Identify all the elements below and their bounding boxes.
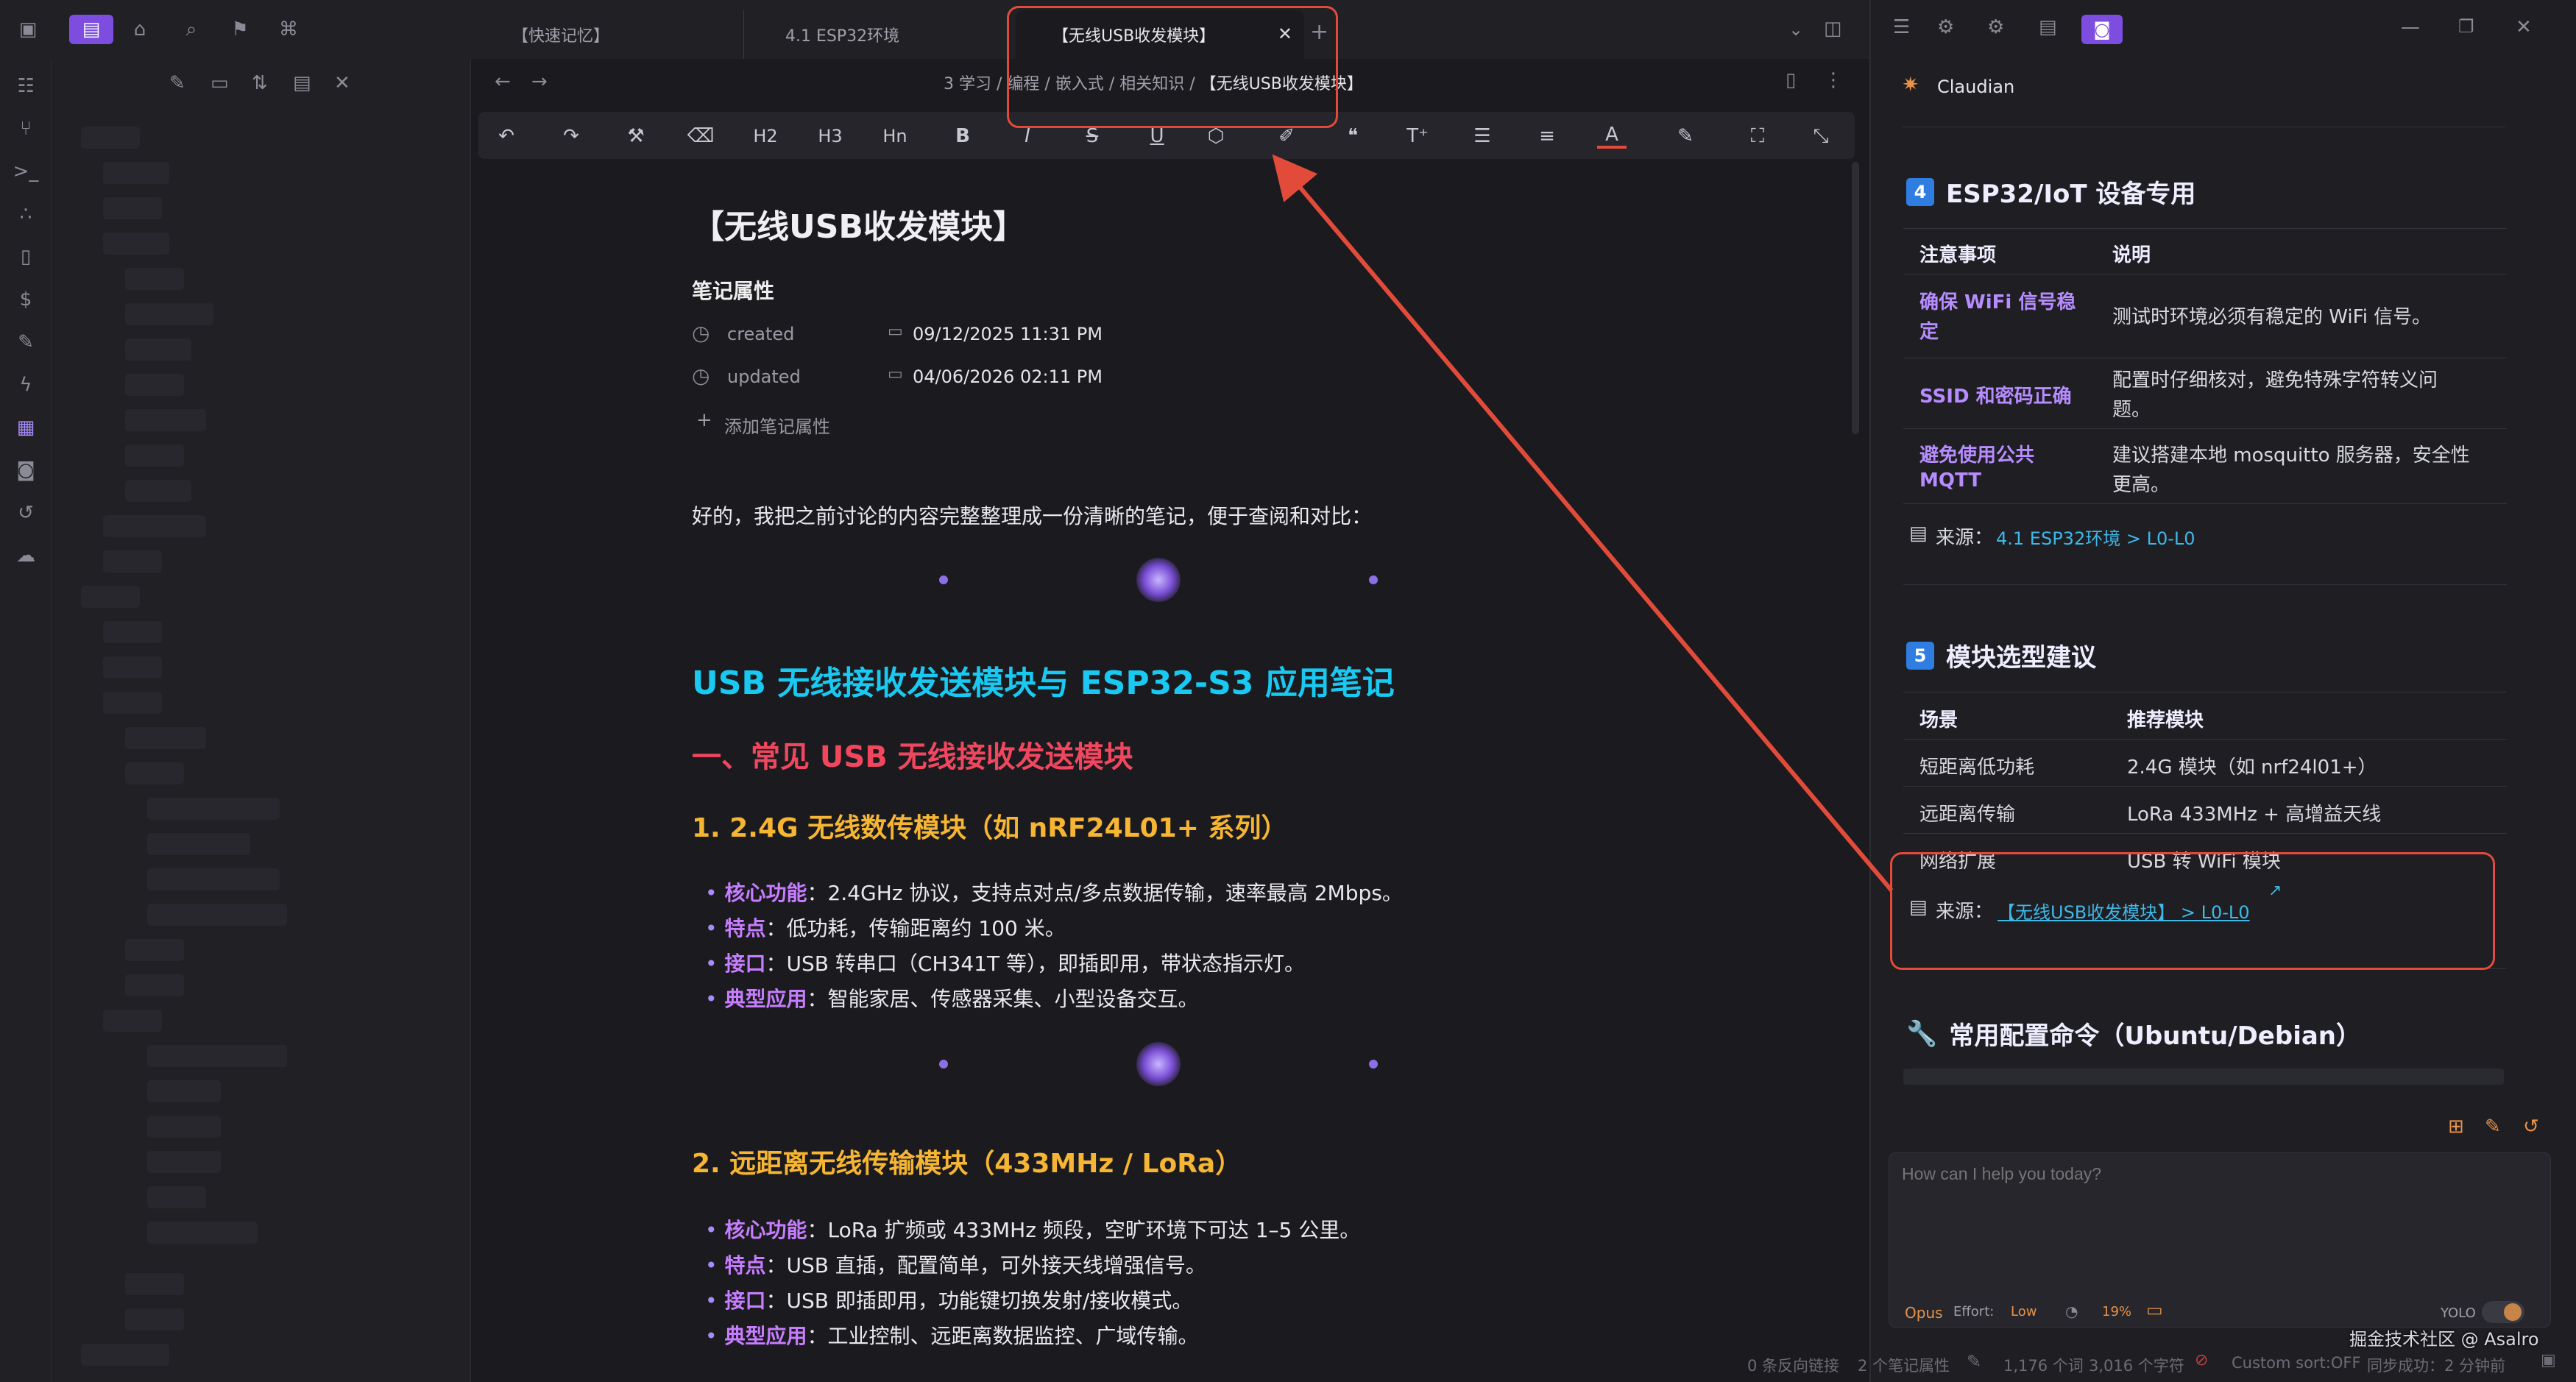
annotation-arrow [1272, 154, 1894, 892]
